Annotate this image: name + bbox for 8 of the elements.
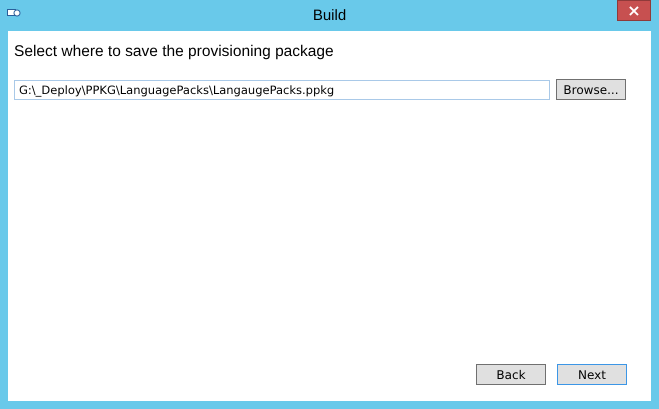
path-field[interactable]: G:\_Deploy\PPKG\LanguagePacks\LangaugePacks.ppkg bbox=[14, 80, 550, 100]
next-button[interactable]: Next bbox=[557, 364, 627, 385]
page-heading: Select where to save the provisioning package bbox=[14, 43, 335, 61]
back-button[interactable]: Back bbox=[476, 364, 546, 385]
close-button[interactable]: × bbox=[617, 0, 651, 21]
browse-button[interactable]: Browse... bbox=[556, 79, 626, 100]
window-title: Build bbox=[312, 7, 346, 24]
app-icon bbox=[7, 8, 21, 18]
